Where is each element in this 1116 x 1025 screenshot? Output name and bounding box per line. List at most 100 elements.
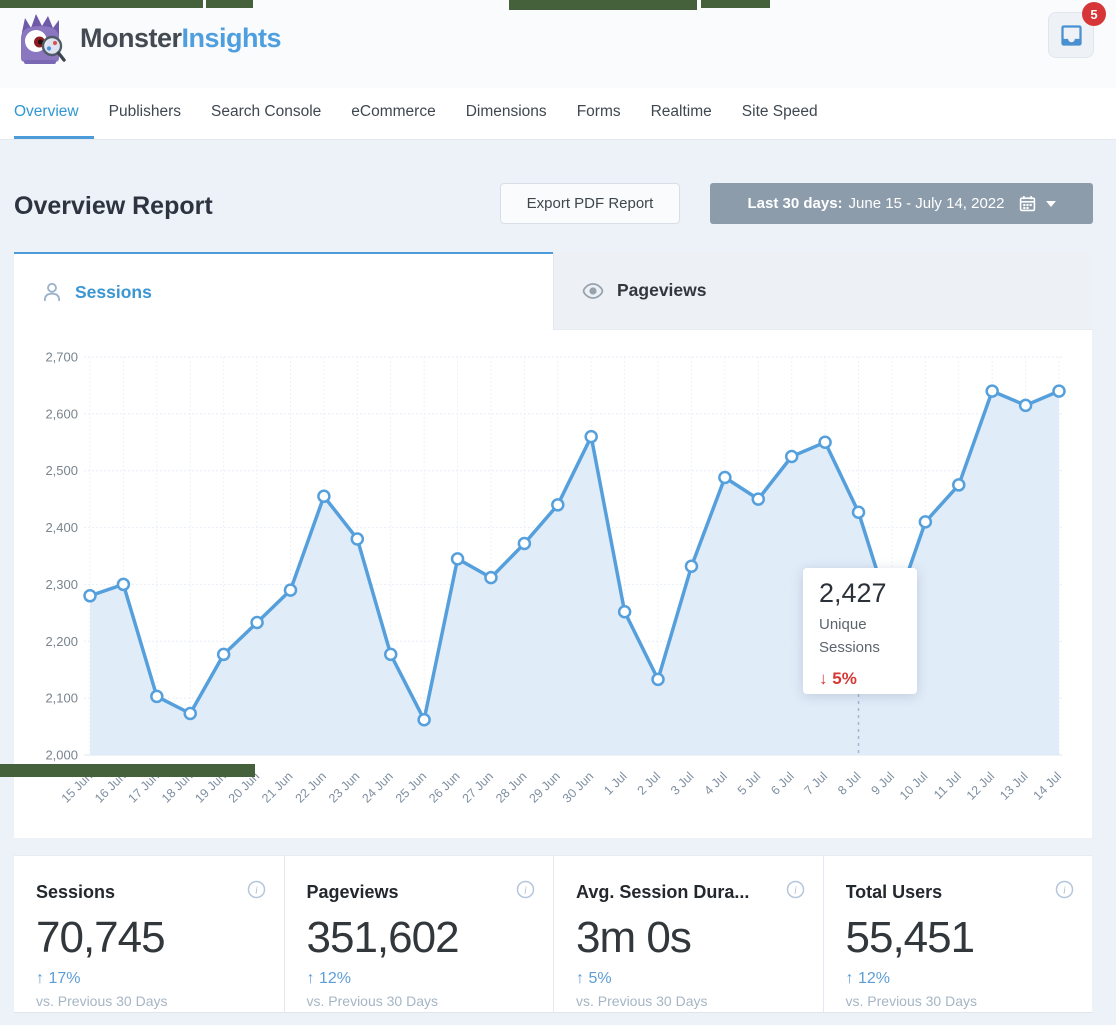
svg-text:i: i [524, 886, 527, 897]
brand-name: MonsterInsights [80, 23, 281, 54]
nav-tab-search-console[interactable]: Search Console [196, 88, 336, 139]
date-range-value: June 15 - July 14, 2022 [849, 195, 1005, 212]
svg-text:13 Jul: 13 Jul [997, 769, 1030, 802]
stat-title: Avg. Session Dura... [576, 882, 801, 903]
stat-title: Sessions [36, 882, 262, 903]
notification-count-badge[interactable]: 5 [1082, 2, 1106, 26]
brand-logo: MonsterInsights [12, 10, 281, 66]
stat-card-pageviews: Pageviews i 351,602 ↑ 12% vs. Previous 3… [284, 856, 554, 1012]
nav-tab-forms[interactable]: Forms [562, 88, 636, 139]
stat-comparison-label: vs. Previous 30 Days [36, 993, 262, 1009]
svg-text:25 Jun: 25 Jun [393, 769, 429, 805]
stat-change: ↑ 12% [846, 970, 1071, 988]
stat-comparison-label: vs. Previous 30 Days [846, 993, 1071, 1009]
primary-nav: Overview Publishers Search Console eComm… [0, 88, 1116, 140]
svg-text:4 Jul: 4 Jul [701, 769, 730, 798]
svg-text:30 Jun: 30 Jun [560, 769, 596, 805]
svg-text:27 Jun: 27 Jun [460, 769, 496, 805]
monster-logo-icon [12, 10, 68, 66]
info-icon[interactable]: i [247, 880, 266, 904]
svg-text:2,200: 2,200 [45, 634, 78, 649]
monsterinsights-dashboard: MonsterInsights 5 Overview Publishers Se… [0, 0, 1116, 1025]
chevron-down-icon [1046, 201, 1056, 207]
stat-change: ↑ 12% [307, 970, 532, 988]
page-title: Overview Report [14, 192, 213, 221]
arrow-down-icon: ↓ [819, 669, 828, 688]
stat-card-avg-session-duration: Avg. Session Dura... i 3m 0s ↑ 5% vs. Pr… [553, 856, 823, 1012]
nav-tab-publishers[interactable]: Publishers [94, 88, 196, 139]
stat-value: 55,451 [846, 913, 1071, 963]
svg-text:26 Jun: 26 Jun [426, 769, 462, 805]
stat-change: ↑ 5% [576, 970, 801, 988]
app-header: MonsterInsights 5 [0, 0, 1116, 88]
screen-artifact-bar [0, 0, 203, 8]
stat-comparison-label: vs. Previous 30 Days [576, 993, 801, 1009]
info-icon[interactable]: i [1055, 880, 1074, 904]
svg-text:12 Jul: 12 Jul [964, 769, 997, 802]
svg-text:28 Jun: 28 Jun [493, 769, 529, 805]
svg-text:2,100: 2,100 [45, 691, 78, 706]
screen-artifact-bar [509, 0, 697, 10]
export-pdf-button[interactable]: Export PDF Report [500, 183, 680, 224]
brand-insights: Insights [182, 23, 282, 53]
svg-text:5 Jul: 5 Jul [735, 769, 764, 798]
metric-tabs: Sessions Pageviews [14, 252, 1092, 330]
arrow-up-icon: ↑ [36, 970, 44, 987]
tooltip-value: 2,427 [819, 578, 917, 609]
screen-artifact-bar [206, 0, 253, 8]
screen-artifact-bar [701, 0, 770, 8]
svg-text:3 Jul: 3 Jul [668, 769, 697, 798]
chart-tooltip: 2,427 Unique Sessions ↓ 5% [803, 568, 917, 694]
summary-stats-row: Sessions i 70,745 ↑ 17% vs. Previous 30 … [14, 855, 1092, 1013]
stat-card-total-users: Total Users i 55,451 ↑ 12% vs. Previous … [823, 856, 1093, 1012]
svg-text:2,500: 2,500 [45, 463, 78, 478]
arrow-up-icon: ↑ [307, 970, 315, 987]
svg-text:i: i [255, 886, 258, 897]
tooltip-label: Unique Sessions [819, 613, 889, 660]
stat-comparison-label: vs. Previous 30 Days [307, 993, 532, 1009]
nav-tab-ecommerce[interactable]: eCommerce [336, 88, 450, 139]
stat-title: Total Users [846, 882, 1071, 903]
stat-title: Pageviews [307, 882, 532, 903]
info-icon[interactable]: i [516, 880, 535, 904]
overview-chart-card: Sessions Pageviews 2,7002,6002,5002,4002… [14, 252, 1092, 838]
nav-tab-realtime[interactable]: Realtime [636, 88, 727, 139]
tab-pageviews[interactable]: Pageviews [553, 252, 1092, 330]
nav-tab-site-speed[interactable]: Site Speed [727, 88, 833, 139]
sessions-line-chart[interactable]: 2,7002,6002,5002,4002,3002,2002,1002,000… [14, 330, 1092, 838]
stat-change: ↑ 17% [36, 970, 262, 988]
svg-text:22 Jun: 22 Jun [293, 769, 329, 805]
chart-area: 2,7002,6002,5002,4002,3002,2002,1002,000… [14, 330, 1092, 838]
svg-text:2 Jul: 2 Jul [635, 769, 664, 798]
tooltip-change: ↓ 5% [819, 669, 917, 689]
arrow-up-icon: ↑ [846, 970, 854, 987]
person-icon [41, 281, 63, 303]
brand-monster: Monster [80, 23, 182, 53]
svg-text:7 Jul: 7 Jul [802, 769, 831, 798]
svg-text:8 Jul: 8 Jul [835, 769, 864, 798]
svg-text:21 Jun: 21 Jun [259, 769, 295, 805]
svg-text:29 Jun: 29 Jun [526, 769, 562, 805]
svg-text:23 Jun: 23 Jun [326, 769, 362, 805]
stat-value: 70,745 [36, 913, 262, 963]
info-icon[interactable]: i [786, 880, 805, 904]
stat-value: 351,602 [307, 913, 532, 963]
svg-text:2,400: 2,400 [45, 520, 78, 535]
svg-text:2,000: 2,000 [45, 748, 78, 763]
stat-value: 3m 0s [576, 913, 801, 963]
calendar-icon [1019, 195, 1036, 212]
tab-sessions[interactable]: Sessions [14, 252, 553, 330]
svg-text:10 Jul: 10 Jul [897, 769, 930, 802]
nav-tab-overview[interactable]: Overview [14, 88, 94, 139]
tab-pageviews-label: Pageviews [617, 280, 707, 301]
stat-card-sessions: Sessions i 70,745 ↑ 17% vs. Previous 30 … [14, 856, 284, 1012]
svg-text:1 Jul: 1 Jul [601, 769, 630, 798]
screen-artifact-bar [0, 764, 255, 777]
date-range-label: Last 30 days: [748, 195, 843, 212]
eye-icon [581, 279, 605, 303]
tab-sessions-label: Sessions [75, 282, 152, 303]
svg-text:24 Jun: 24 Jun [359, 769, 395, 805]
date-range-picker[interactable]: Last 30 days: June 15 - July 14, 2022 [710, 183, 1093, 224]
nav-tab-dimensions[interactable]: Dimensions [451, 88, 562, 139]
svg-text:2,300: 2,300 [45, 577, 78, 592]
